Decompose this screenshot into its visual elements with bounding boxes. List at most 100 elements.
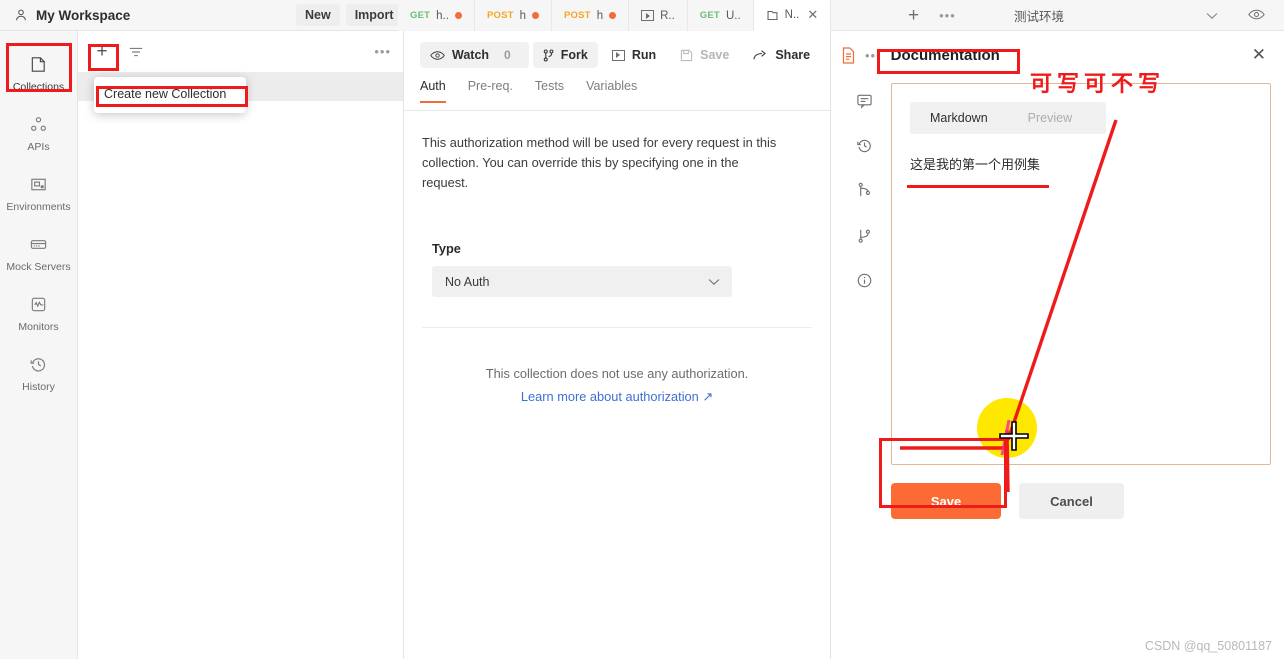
ellipsis-icon[interactable]: ••• xyxy=(374,44,391,59)
fork-icon xyxy=(543,48,554,62)
sidebar-item-monitors[interactable]: Monitors xyxy=(0,285,77,345)
documentation-actions: Save Cancel xyxy=(891,483,1124,519)
request-tab[interactable]: GET h.. xyxy=(398,0,475,31)
watch-count: 0 xyxy=(504,48,511,62)
tab-preview[interactable]: Preview xyxy=(1008,111,1092,125)
sidebar-item-environments[interactable]: Environments xyxy=(0,165,77,225)
history-icon[interactable] xyxy=(856,137,873,154)
document-icon[interactable] xyxy=(841,46,856,64)
runner-icon xyxy=(641,10,655,21)
plus-icon: + xyxy=(96,41,108,62)
tab-auth[interactable]: Auth xyxy=(420,79,446,103)
documentation-editor: Markdown Preview 这是我的第一个用例集 xyxy=(891,83,1271,465)
learn-more-label: Learn more about authorization xyxy=(520,389,699,404)
auth-type-select[interactable]: No Auth xyxy=(432,266,732,297)
history-icon xyxy=(29,355,48,374)
import-button[interactable]: Import xyxy=(345,4,403,26)
learn-more-link[interactable]: Learn more about authorization ↗ xyxy=(404,389,830,405)
environment-value: 测试环境 xyxy=(1014,10,1065,24)
run-button[interactable]: Run xyxy=(602,42,666,68)
fork-button[interactable]: Fork xyxy=(532,42,598,68)
pull-request-icon[interactable] xyxy=(857,182,872,199)
workspace-selector[interactable]: My Workspace xyxy=(0,0,290,31)
monitor-icon xyxy=(29,295,48,314)
run-label: Run xyxy=(631,48,657,62)
environment-icon xyxy=(29,175,48,194)
request-tab[interactable]: GET U.. xyxy=(687,0,754,31)
tab-method: POST xyxy=(564,10,591,21)
sidebar-item-mock-servers[interactable]: Mock Servers xyxy=(0,225,77,285)
filter-icon[interactable] xyxy=(128,45,144,59)
documentation-rail xyxy=(841,93,887,289)
editor-mode-tabs: Markdown Preview xyxy=(910,102,1106,134)
info-icon[interactable] xyxy=(856,272,873,289)
eye-icon xyxy=(430,50,445,61)
tab-pre-request[interactable]: Pre-req. xyxy=(468,79,513,101)
collection-sub-tabs: Auth Pre-req. Tests Variables xyxy=(404,79,830,111)
collection-icon xyxy=(766,9,779,22)
page-title: Documentation xyxy=(890,46,1000,64)
chevron-down-icon xyxy=(708,278,720,286)
new-button[interactable]: New xyxy=(296,4,340,26)
top-actions: New Import xyxy=(296,4,403,26)
sidebar-item-label: Mock Servers xyxy=(6,261,71,273)
user-icon xyxy=(14,8,28,22)
annotation-underline-doc-text xyxy=(907,185,1049,188)
floppy-icon xyxy=(680,49,693,62)
watch-label: Watch xyxy=(452,48,490,62)
environment-select[interactable]: 测试环境 xyxy=(1000,0,1230,31)
ellipsis-icon[interactable]: ••• xyxy=(939,8,956,23)
plus-icon[interactable]: + xyxy=(908,6,919,25)
menu-item-create-new-collection[interactable]: Create new Collection xyxy=(94,84,246,104)
runner-tab[interactable]: R.. xyxy=(629,0,688,31)
request-tab[interactable]: POST h xyxy=(474,0,553,31)
sidebar-item-label: Monitors xyxy=(18,321,59,333)
comment-icon[interactable] xyxy=(856,93,873,109)
add-collection-button[interactable]: + xyxy=(92,42,112,62)
sidebar-item-history[interactable]: History xyxy=(0,345,77,405)
tab-strip-tools: + ••• xyxy=(908,0,956,31)
request-tab[interactable]: POST h xyxy=(552,0,630,31)
external-link-icon: ↗ xyxy=(702,389,714,404)
fork-label: Fork xyxy=(560,48,588,62)
unsaved-dot-icon xyxy=(609,12,617,19)
tab-variables[interactable]: Variables xyxy=(586,79,637,101)
unsaved-dot-icon xyxy=(454,12,462,19)
ellipsis-icon[interactable]: ••• xyxy=(865,48,882,63)
divider xyxy=(422,327,812,328)
cancel-documentation-button[interactable]: Cancel xyxy=(1019,483,1124,519)
tab-markdown[interactable]: Markdown xyxy=(910,111,1008,125)
sidebar-item-collections[interactable]: Collections xyxy=(0,45,77,105)
branch-icon[interactable] xyxy=(857,227,872,244)
save-button[interactable]: Save xyxy=(670,42,739,68)
documentation-textarea[interactable]: 这是我的第一个用例集 xyxy=(910,154,1270,173)
tab-tests[interactable]: Tests xyxy=(535,79,564,101)
left-rail: Collections APIs Environments Mock Serve… xyxy=(0,31,78,659)
eye-icon[interactable] xyxy=(1248,8,1265,21)
sidebar-item-label: Collections xyxy=(12,81,65,93)
apis-icon xyxy=(29,115,48,134)
collection-tab-active[interactable]: N.. ✕ xyxy=(753,0,832,31)
close-icon[interactable]: ✕ xyxy=(807,7,818,23)
tab-label: R.. xyxy=(660,9,675,22)
tab-label: U.. xyxy=(725,9,741,22)
type-label: Type xyxy=(432,241,461,256)
mock-server-icon xyxy=(29,235,48,254)
watch-button[interactable]: Watch 0 xyxy=(420,42,529,68)
close-icon[interactable]: ✕ xyxy=(1252,45,1266,65)
collection-toolbar: Watch 0 Fork Run Save Share xyxy=(404,31,830,79)
workspace-title: My Workspace xyxy=(36,7,131,23)
play-icon xyxy=(611,49,625,61)
chevron-down-icon xyxy=(1206,12,1218,20)
sidebar-item-apis[interactable]: APIs xyxy=(0,105,77,165)
cursor-crosshair-icon xyxy=(999,421,1029,451)
sidebar-item-label: Environments xyxy=(6,201,71,213)
save-documentation-button[interactable]: Save xyxy=(891,483,1001,519)
unsaved-dot-icon xyxy=(532,12,540,19)
tab-method: GET xyxy=(699,10,720,21)
documentation-panel: ••• Documentation ✕ Markdown Preview 这是我… xyxy=(831,31,1284,659)
auth-type-value: No Auth xyxy=(445,274,490,289)
tab-label: h.. xyxy=(436,9,449,22)
share-button[interactable]: Share xyxy=(743,42,820,68)
collections-toolbar: + ••• xyxy=(78,31,403,73)
